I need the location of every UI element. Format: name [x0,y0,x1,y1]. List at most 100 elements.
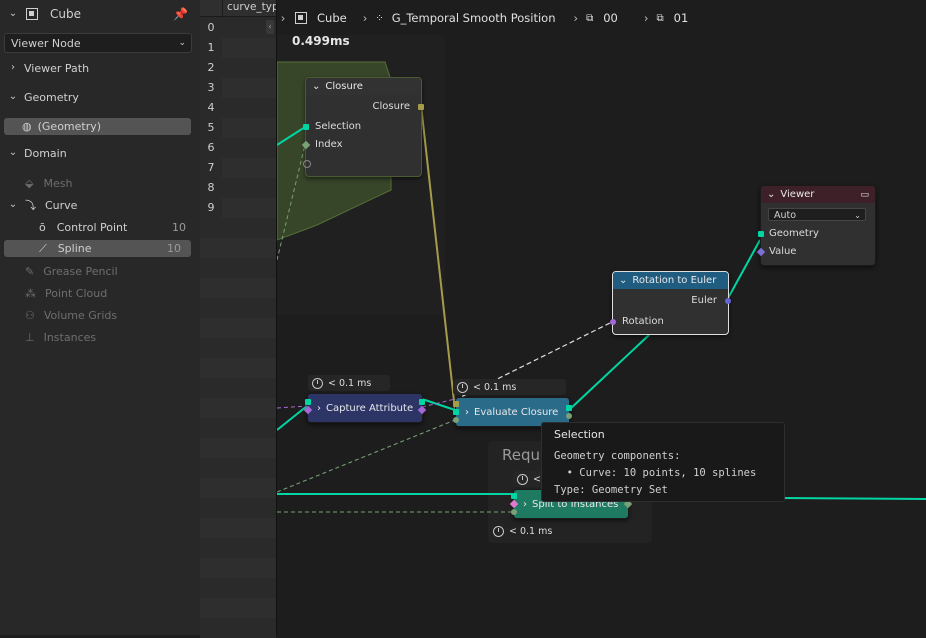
domain-instances[interactable]: ⊥ Instances [0,327,200,347]
chevron-down-icon[interactable]: ⌄ [8,9,18,19]
node-group-icon: ⁘ [375,13,383,24]
chevron-down-icon[interactable]: ⌄ [312,81,320,92]
stopwatch-icon [517,474,528,485]
viewer-node-title: Viewer [780,189,814,200]
geometry-icon: ◍ [22,120,32,133]
breadcrumb-zone-1[interactable]: 00 [603,11,618,25]
closure-output-socket[interactable] [418,104,424,110]
stopwatch-icon [457,382,468,393]
closure-node[interactable]: ⌄ Closure Closure Selection Index [305,77,422,177]
geometry-input-socket[interactable] [305,399,311,405]
rotation-to-euler-node[interactable]: ⌄ Rotation to Euler Euler Rotation [612,271,729,335]
domain-grease-pencil[interactable]: ✎ Grease Pencil [0,261,200,281]
breadcrumb: › Cube › ⁘ G_Temporal Smooth Position › … [277,8,688,28]
split-timer: < 0.1 ms [489,526,552,537]
control-point-icon: ō [39,221,46,234]
chevron-right-icon[interactable]: › [523,499,527,510]
geometry-input-label: Geometry [769,228,819,239]
node-editor[interactable]: Requ 0.499ms ⌄ Closure Closure Selection… [277,0,926,635]
domain-select[interactable]: Auto ⌄ [768,208,866,221]
chevron-right-icon[interactable]: › [317,403,321,414]
empty-row [200,518,276,538]
empty-row [200,318,276,338]
domain-mesh-label: Mesh [43,177,72,190]
chevron-left-icon[interactable]: ‹ [266,20,274,34]
evaluate-node-title: Evaluate Closure [474,407,558,418]
chevron-right-icon: › [363,11,368,25]
geometry-header[interactable]: ⌄ Geometry [0,87,200,107]
geometry-output-socket[interactable] [566,405,572,411]
volume-grids-icon: ⚇ [25,309,35,322]
row-number: 7 [200,158,222,178]
capture-time: < 0.1 ms [328,378,371,389]
geometry-item[interactable]: ◍ (Geometry) [4,118,191,135]
chevron-down-icon[interactable]: ⌄ [767,189,775,200]
chevron-down-icon: ⌄ [8,148,18,158]
selection-input-label: Selection [315,121,361,132]
selection-input-socket[interactable] [303,124,309,130]
pin-icon[interactable]: 📌 [173,7,188,21]
breadcrumb-zone-2[interactable]: 01 [674,11,689,25]
group-id-input-socket[interactable] [511,509,517,515]
viewer-node-header[interactable]: ⌄ Viewer ▭ [761,186,875,203]
closure-output-label: Closure [373,101,410,112]
geometry-input-socket[interactable] [453,409,459,415]
domain-point-cloud[interactable]: ⁂ Point Cloud [0,283,200,303]
geometry-input-socket[interactable] [758,231,764,237]
table-row [222,58,276,78]
monitor-icon[interactable]: ▭ [860,190,869,200]
row-number: 8 [200,178,222,198]
empty-row [200,398,276,418]
euler-output-socket[interactable] [725,298,731,304]
rotation-node-header[interactable]: ⌄ Rotation to Euler [613,272,728,289]
capture-attribute-node[interactable]: › Capture Attribute [307,393,423,423]
field-output-socket[interactable] [566,413,572,419]
chevron-down-icon[interactable]: ⌄ [619,275,627,286]
chevron-right-icon[interactable]: › [277,11,289,25]
domain-spline-label: Spline [58,242,92,255]
rotation-input-socket[interactable] [610,319,616,325]
domain-volume-grids-label: Volume Grids [44,309,117,322]
empty-row [200,338,276,358]
column-header[interactable]: curve_typ [227,1,276,13]
geometry-output-socket[interactable] [419,399,425,405]
domain-spline[interactable]: ⟋ Spline 10 [4,240,191,257]
breadcrumb-group[interactable]: G_Temporal Smooth Position [392,11,556,25]
closure-node-header[interactable]: ⌄ Closure [306,78,421,95]
tooltip-title: Selection [554,428,605,441]
capture-node-header[interactable]: › Capture Attribute [308,394,422,422]
domain-mesh[interactable]: ⬙ Mesh [0,173,200,193]
empty-row [200,258,276,278]
index-input-label: Index [315,139,343,150]
domain-volume-grids[interactable]: ⚇ Volume Grids [0,305,200,325]
chevron-right-icon: › [8,63,18,73]
mesh-icon: ⬙ [25,177,33,190]
object-row[interactable]: ⌄ Cube 📌 [0,4,200,24]
domain-control-point-label: Control Point [57,221,128,234]
breadcrumb-object[interactable]: Cube [317,11,347,25]
empty-row [200,418,276,438]
socket-tooltip: Selection Geometry components: • Curve: … [541,422,785,502]
viewer-path-row[interactable]: › Viewer Path [0,58,200,78]
domain-header[interactable]: ⌄ Domain [0,143,200,163]
tooltip-line-2: • Curve: 10 points, 10 splines [554,467,756,479]
domain-curve[interactable]: ⌄ ⤵ Curve [0,195,200,215]
viewer-node-select[interactable]: Viewer Node ⌄ [4,33,192,53]
viewer-select-value: Viewer Node [11,37,81,50]
domain-control-point[interactable]: ō Control Point 10 [0,217,200,237]
closure-input-socket[interactable] [453,401,459,407]
chevron-right-icon[interactable]: › [465,407,469,418]
chevron-down-icon: ⌄ [854,209,861,222]
empty-row [200,218,276,238]
empty-row [200,438,276,458]
field-input-socket[interactable] [453,417,459,423]
domain-point-cloud-label: Point Cloud [45,287,107,300]
curve-icon: ⤵ [25,197,36,213]
viewer-node[interactable]: ⌄ Viewer ▭ Auto ⌄ Geometry Value [760,185,876,266]
row-number: 2 [200,58,222,78]
geometry-input-socket[interactable] [511,493,517,499]
euler-output-label: Euler [691,295,717,306]
empty-row [200,478,276,498]
table-row [222,38,276,58]
extend-socket[interactable] [303,160,311,168]
